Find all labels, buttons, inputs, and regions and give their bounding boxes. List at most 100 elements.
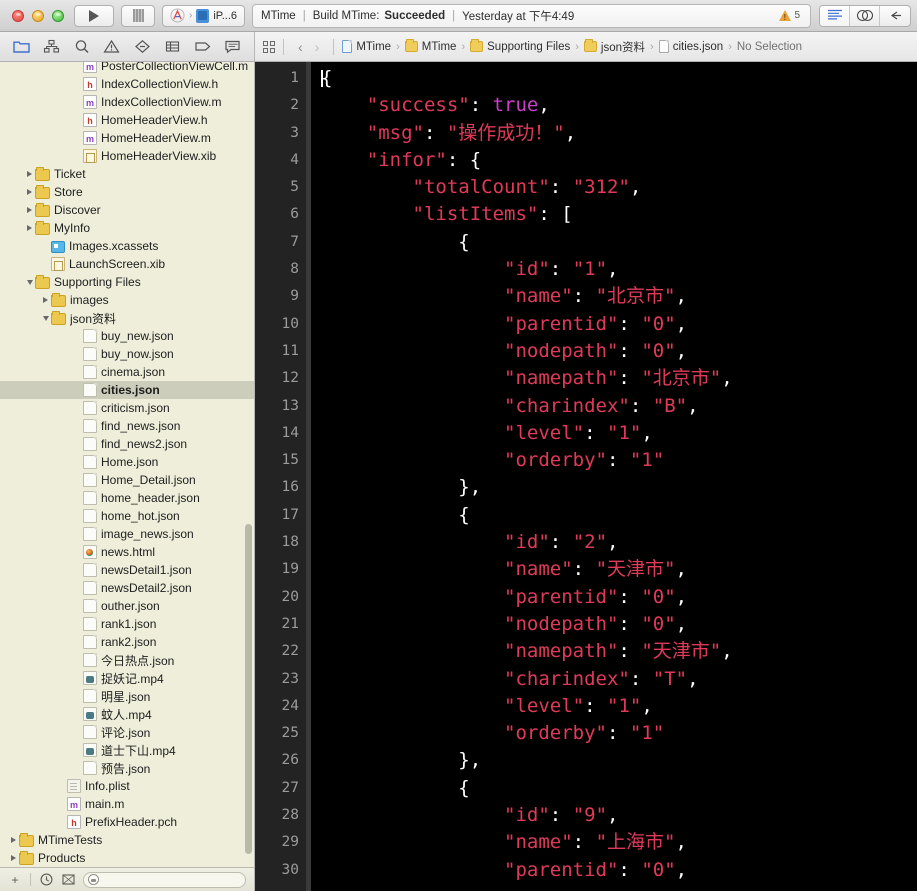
disclosure-triangle-icon[interactable] [40, 297, 51, 303]
disclosure-triangle-icon[interactable] [40, 315, 51, 321]
breadcrumb-item-group-mtime[interactable]: MTime [404, 39, 456, 53]
assistant-editor-button[interactable] [850, 5, 880, 26]
code-line[interactable]: { [321, 65, 917, 92]
breadcrumb-item-supporting-files[interactable]: Supporting Files [470, 39, 570, 53]
file-tree-row[interactable]: find_news.json [0, 417, 254, 435]
file-tree-row[interactable]: find_news2.json [0, 435, 254, 453]
sidebar-item-report-navigator[interactable] [222, 37, 244, 57]
breadcrumb-item-selection[interactable]: No Selection [737, 41, 802, 53]
breadcrumb-item-json-folder[interactable]: json资料 [583, 39, 645, 55]
file-tree-row[interactable]: 捉妖记.mp4 [0, 669, 254, 687]
sidebar-item-breakpoint-navigator[interactable] [192, 37, 214, 57]
file-tree-row[interactable]: rank2.json [0, 633, 254, 651]
disclosure-triangle-icon[interactable] [24, 189, 35, 195]
file-tree-row[interactable]: Images.xcassets [0, 237, 254, 255]
breadcrumb-item-file[interactable]: cities.json [658, 40, 723, 53]
code-line[interactable]: "charindex": "B", [321, 393, 917, 420]
disclosure-triangle-icon[interactable] [24, 171, 35, 177]
code-line[interactable]: "nodepath": "0", [321, 338, 917, 365]
code-line[interactable]: "totalCount": "312", [321, 174, 917, 201]
file-tree-row[interactable]: 评论.json [0, 723, 254, 741]
file-tree-row[interactable]: Home.json [0, 453, 254, 471]
code-line[interactable]: "success": true, [321, 92, 917, 119]
code-line[interactable]: "name": "上海市", [321, 829, 917, 856]
file-tree-row[interactable]: json资料 [0, 309, 254, 327]
forward-button[interactable]: › [309, 39, 326, 55]
version-editor-button[interactable] [880, 6, 910, 26]
code-line[interactable]: "charindex": "T", [321, 666, 917, 693]
back-button[interactable]: ‹ [292, 39, 309, 55]
file-tree-row[interactable]: 蚊人.mp4 [0, 705, 254, 723]
file-tree-row-selected[interactable]: cities.json [0, 381, 254, 399]
stop-button[interactable] [121, 4, 155, 27]
navigator-scrollbar[interactable] [245, 524, 252, 854]
close-window-button[interactable] [12, 9, 24, 22]
code-line[interactable]: { [321, 502, 917, 529]
file-tree-row[interactable]: Home_Detail.json [0, 471, 254, 489]
disclosure-triangle-icon[interactable] [24, 279, 35, 285]
warning-indicator[interactable]: 5 [779, 10, 802, 22]
disclosure-triangle-icon[interactable] [24, 225, 35, 231]
sidebar-item-debug-navigator[interactable] [161, 37, 183, 57]
code-line[interactable]: "name": "北京市", [321, 283, 917, 310]
code-line[interactable]: "name": "天津市", [321, 556, 917, 583]
file-tree-row[interactable]: Supporting Files [0, 273, 254, 291]
code-line[interactable]: "nodepath": "0", [321, 611, 917, 638]
recent-files-filter-button[interactable] [39, 873, 53, 887]
file-tree-row[interactable]: Ticket [0, 165, 254, 183]
filter-input[interactable] [83, 871, 246, 888]
related-items-icon[interactable] [263, 40, 275, 53]
disclosure-triangle-icon[interactable] [8, 837, 19, 843]
file-tree-row[interactable]: Store [0, 183, 254, 201]
file-tree-row[interactable]: PosterCollectionViewCell.m [0, 62, 254, 75]
code-line[interactable]: "namepath": "天津市", [321, 638, 917, 665]
file-tree-row[interactable]: HomeHeaderView.h [0, 111, 254, 129]
code-line[interactable]: "msg": "操作成功！", [321, 120, 917, 147]
sidebar-item-symbol-navigator[interactable] [40, 37, 62, 57]
scheme-selector[interactable]: › iP...6 [162, 4, 245, 27]
file-tree[interactable]: PosterCollectionViewCell.m IndexCollectio… [0, 62, 254, 867]
file-tree-row[interactable]: Info.plist [0, 777, 254, 795]
file-tree-row[interactable]: cinema.json [0, 363, 254, 381]
code-line[interactable]: "parentid": "0", [321, 311, 917, 338]
file-tree-row[interactable]: image_news.json [0, 525, 254, 543]
file-tree-row[interactable]: MTimeTests [0, 831, 254, 849]
file-tree-row[interactable]: newsDetail2.json [0, 579, 254, 597]
file-tree-row[interactable]: 道士下山.mp4 [0, 741, 254, 759]
file-tree-row[interactable]: LaunchScreen.xib [0, 255, 254, 273]
code-line[interactable]: "id": "9", [321, 802, 917, 829]
file-tree-row[interactable]: rank1.json [0, 615, 254, 633]
file-tree-row[interactable]: criticism.json [0, 399, 254, 417]
code-line[interactable]: "id": "1", [321, 256, 917, 283]
file-tree-row[interactable]: buy_new.json [0, 327, 254, 345]
code-content[interactable]: { "success": true, "msg": "操作成功！", "info… [311, 62, 917, 891]
file-tree-row[interactable]: HomeHeaderView.m [0, 129, 254, 147]
code-line[interactable]: { [321, 775, 917, 802]
standard-editor-button[interactable] [820, 5, 850, 26]
sidebar-item-find-navigator[interactable] [71, 37, 93, 57]
file-tree-row[interactable]: news.html [0, 543, 254, 561]
code-line[interactable]: }, [321, 747, 917, 774]
code-line[interactable]: }, [321, 474, 917, 501]
code-line[interactable]: "id": "2", [321, 529, 917, 556]
file-tree-row[interactable]: main.m [0, 795, 254, 813]
file-tree-row[interactable]: outher.json [0, 597, 254, 615]
file-tree-row[interactable]: IndexCollectionView.m [0, 93, 254, 111]
file-tree-row[interactable]: home_header.json [0, 489, 254, 507]
file-tree-row[interactable]: home_hot.json [0, 507, 254, 525]
code-line[interactable]: "orderby": "1" [321, 447, 917, 474]
file-tree-row[interactable]: 明星.json [0, 687, 254, 705]
code-line[interactable]: "level": "1", [321, 693, 917, 720]
zoom-window-button[interactable] [52, 9, 64, 22]
file-tree-row[interactable]: MyInfo [0, 219, 254, 237]
code-line[interactable]: "level": "1", [321, 420, 917, 447]
disclosure-triangle-icon[interactable] [24, 207, 35, 213]
sidebar-item-project-navigator[interactable] [10, 37, 32, 57]
disclosure-triangle-icon[interactable] [8, 855, 19, 861]
breadcrumb-item-project[interactable]: MTime [342, 40, 391, 53]
run-button[interactable] [74, 4, 114, 27]
code-line[interactable]: { [321, 229, 917, 256]
sidebar-item-test-navigator[interactable] [131, 37, 153, 57]
file-tree-row[interactable]: buy_now.json [0, 345, 254, 363]
code-line[interactable]: "parentid": "0", [321, 857, 917, 884]
